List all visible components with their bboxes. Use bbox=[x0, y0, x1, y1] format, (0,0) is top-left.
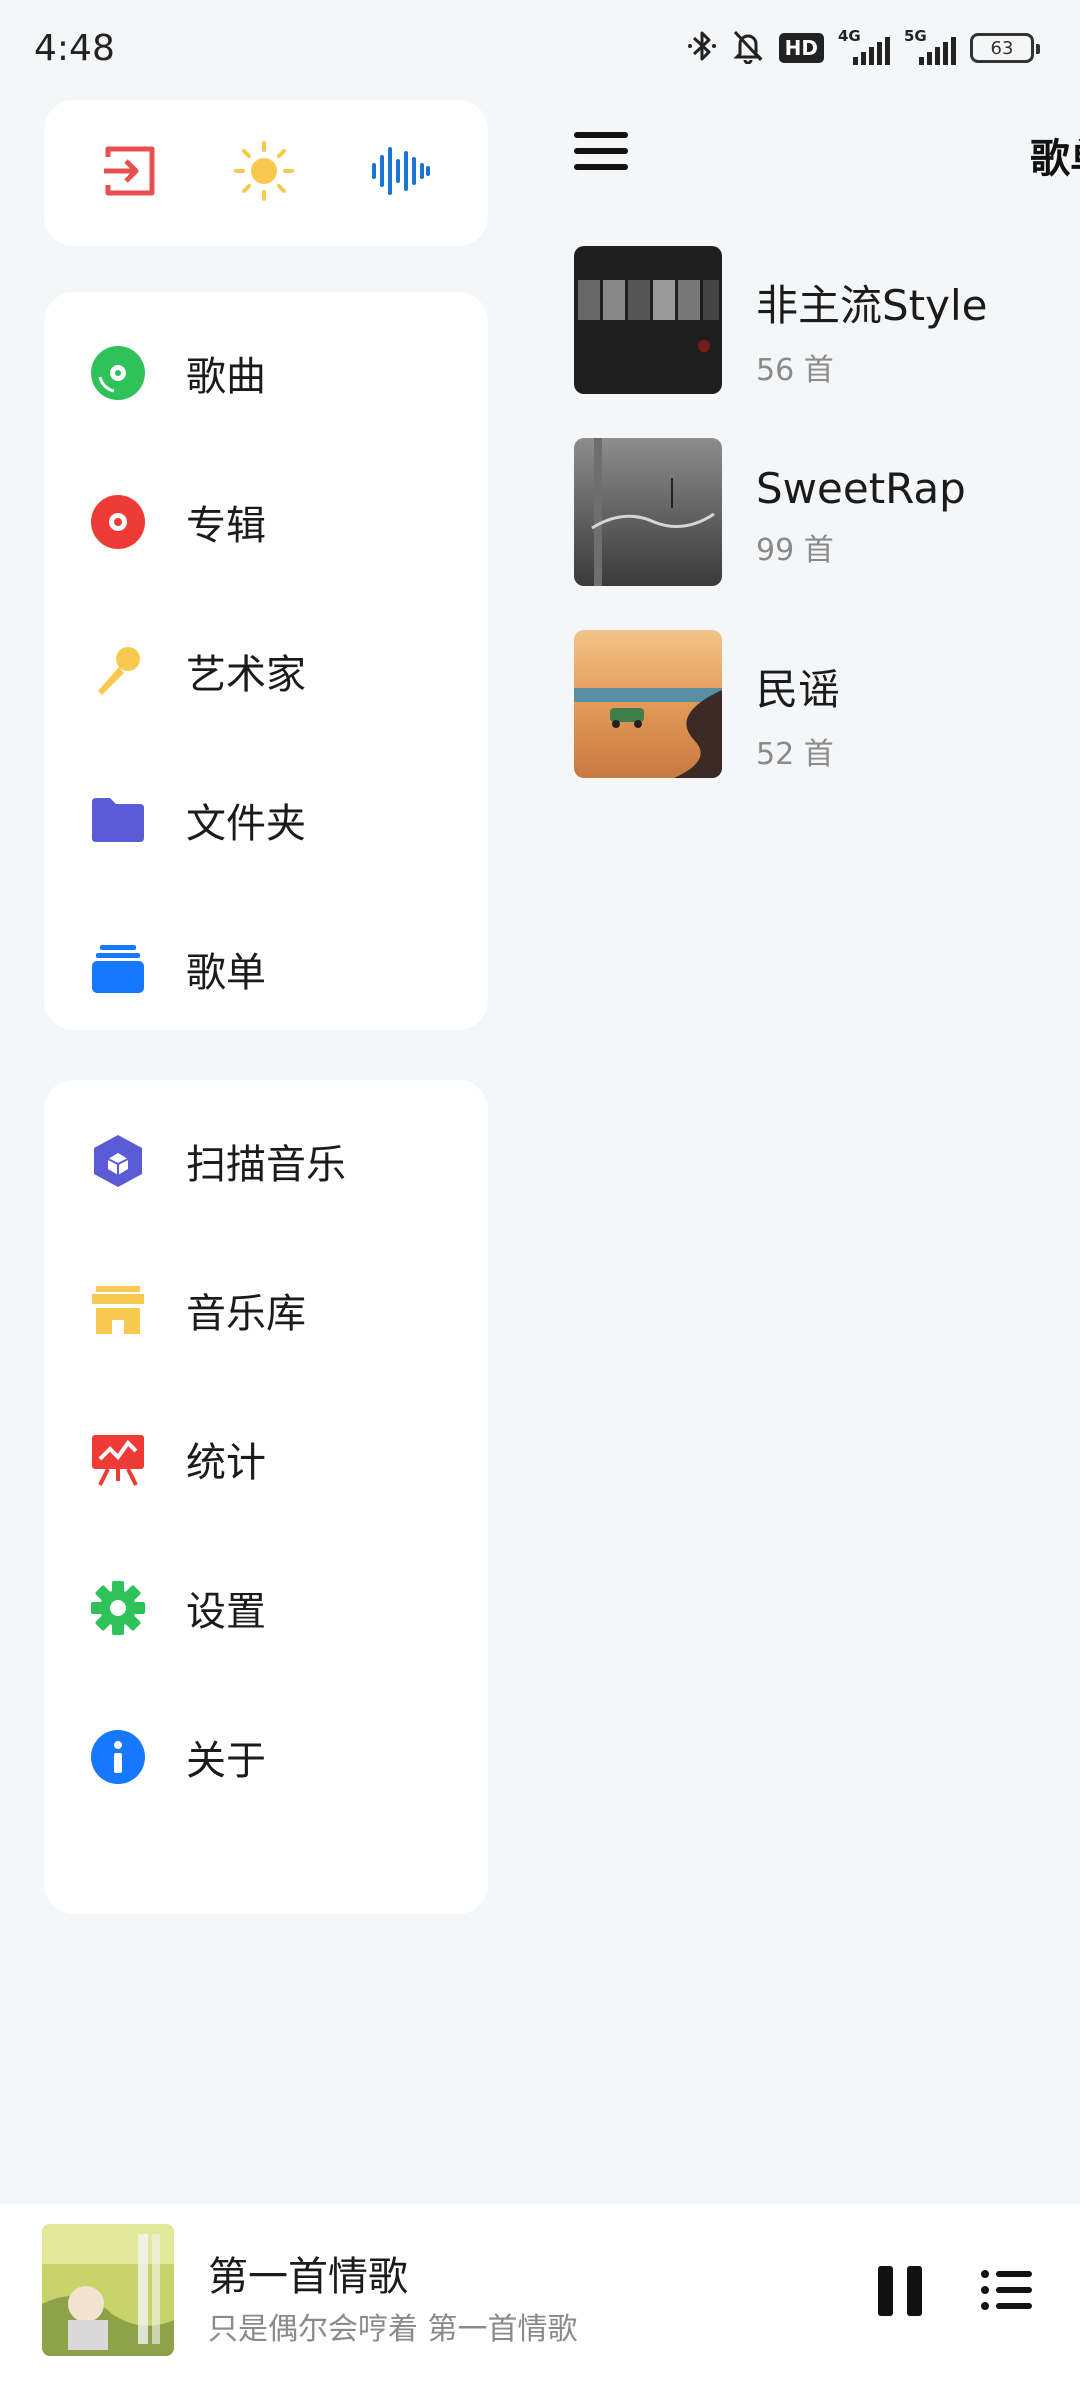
navigation-drawer: 歌曲 专辑 艺术家 文件夹 歌单 扫描音乐 音乐库 统计 设置 关于 bbox=[0, 96, 530, 2200]
playlist-cover bbox=[574, 438, 722, 586]
folder-icon bbox=[88, 790, 148, 850]
playlist-name: SweetRap bbox=[756, 464, 966, 513]
signal-5g-icon: 5G bbox=[904, 27, 956, 65]
playlist-cover bbox=[574, 246, 722, 394]
playlist-name: 非主流Style bbox=[756, 281, 988, 330]
nav-item-artists[interactable]: 艺术家 bbox=[44, 596, 488, 745]
nav-item-statistics[interactable]: 统计 bbox=[44, 1384, 488, 1533]
nav-item-songs[interactable]: 歌曲 bbox=[44, 298, 488, 447]
playlist-count: 52 首 bbox=[756, 737, 834, 772]
song-disc-icon bbox=[88, 343, 148, 403]
nav-item-settings[interactable]: 设置 bbox=[44, 1533, 488, 1682]
pause-button[interactable] bbox=[878, 2266, 922, 2316]
quick-actions-card bbox=[44, 100, 488, 246]
scan-cube-icon bbox=[88, 1131, 148, 1191]
playlist-cover bbox=[574, 630, 722, 778]
playlist-item[interactable]: 非主流Style 56 首 bbox=[574, 246, 1074, 438]
nav-item-playlists[interactable]: 歌单 bbox=[44, 894, 488, 1043]
gear-icon bbox=[88, 1578, 148, 1638]
status-time: 4:48 bbox=[34, 28, 115, 69]
nav-item-music-library[interactable]: 音乐库 bbox=[44, 1235, 488, 1384]
sun-icon[interactable] bbox=[234, 141, 294, 205]
playlist-stack-icon bbox=[88, 939, 148, 999]
nav-item-folders[interactable]: 文件夹 bbox=[44, 745, 488, 894]
playlist-count: 99 首 bbox=[756, 533, 834, 568]
page-title: 歌单 bbox=[1030, 136, 1080, 182]
nav-secondary-card: 扫描音乐 音乐库 统计 设置 关于 bbox=[44, 1080, 488, 1914]
queue-button[interactable] bbox=[980, 2268, 1034, 2312]
now-playing-cover bbox=[42, 2224, 174, 2356]
now-playing-lyric: 只是偶尔会哼着 第一首情歌 bbox=[208, 2312, 578, 2347]
nav-item-scan-music[interactable]: 扫描音乐 bbox=[44, 1086, 488, 1235]
exit-icon[interactable] bbox=[102, 145, 158, 201]
playlist-list: 非主流Style 56 首 SweetRap 99 首 民谣 52 首 bbox=[574, 246, 1074, 822]
queue-list-icon bbox=[981, 2270, 1032, 2310]
microphone-icon bbox=[88, 641, 148, 701]
battery-icon: 63 bbox=[970, 33, 1040, 63]
mini-player[interactable]: 第一首情歌 只是偶尔会哼着 第一首情歌 bbox=[0, 2204, 1080, 2401]
bluetooth-icon bbox=[687, 28, 717, 68]
now-playing-title: 第一首情歌 bbox=[208, 2254, 408, 2300]
hd-voice-badge: HD bbox=[778, 33, 824, 63]
playlist-count: 56 首 bbox=[756, 353, 834, 388]
nav-primary-card: 歌曲 专辑 艺术家 文件夹 歌单 bbox=[44, 292, 488, 1030]
playlist-item[interactable]: 民谣 52 首 bbox=[574, 630, 1074, 822]
hamburger-menu-button[interactable] bbox=[574, 132, 628, 176]
playlist-name: 民谣 bbox=[756, 665, 841, 714]
nav-item-albums[interactable]: 专辑 bbox=[44, 447, 488, 596]
album-disc-icon bbox=[88, 492, 148, 552]
playlist-item[interactable]: SweetRap 99 首 bbox=[574, 438, 1074, 630]
signal-4g-icon: 4G bbox=[838, 27, 890, 65]
info-icon bbox=[88, 1727, 148, 1787]
status-bar: 4:48 HD 4G 5G 63 bbox=[0, 0, 1080, 96]
mute-bell-icon bbox=[731, 28, 765, 68]
waveform-icon[interactable] bbox=[370, 145, 430, 201]
chart-board-icon bbox=[88, 1429, 148, 1489]
status-icons: HD 4G 5G 63 bbox=[687, 27, 1040, 68]
store-icon bbox=[88, 1280, 148, 1340]
pause-icon bbox=[878, 2266, 893, 2316]
playlist-page: 歌单 非主流Style 56 首 bbox=[530, 96, 1080, 2200]
nav-item-about[interactable]: 关于 bbox=[44, 1682, 488, 1831]
